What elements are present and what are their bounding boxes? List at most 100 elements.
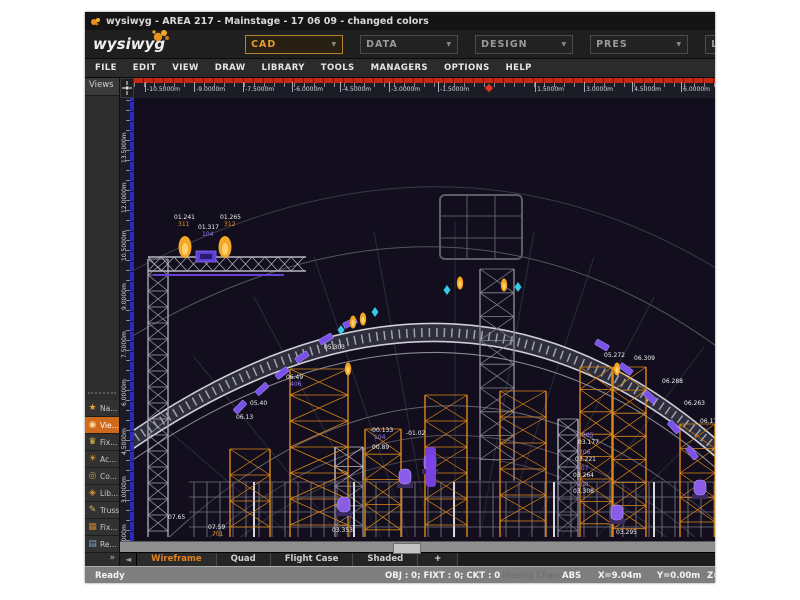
view-tab-shaded[interactable]: Shaded [353, 553, 418, 566]
mode-tab-pres[interactable]: PRES▼ [590, 35, 688, 54]
sidebar-item-lib[interactable]: ◈Lib... [85, 485, 119, 502]
sidebar-item-re[interactable]: ▤Re... [85, 536, 119, 553]
flame-fixture-large[interactable] [219, 236, 232, 258]
sidebar-item-label: Na... [100, 404, 117, 413]
tab-scroll-left-button[interactable]: ◄ [120, 553, 137, 566]
ruler-origin-button[interactable] [120, 78, 134, 98]
sidebar-item-truss[interactable]: ✎Truss [85, 502, 119, 519]
ruler-row: -10.5000m-9.0000m-7.5000m-6.0000m-4.5000… [120, 78, 715, 98]
ruler-tick: 6.0000m [683, 86, 710, 93]
flame-fixture-large[interactable] [179, 236, 192, 258]
sidebar-item-fix[interactable]: ▦Fix... [85, 519, 119, 536]
mode-tab-label: DATA [366, 39, 398, 50]
fixture-label: 03.353 [332, 527, 353, 534]
fixture-label: 01.317 [198, 224, 219, 231]
status-coord-mode[interactable]: ABS [562, 571, 581, 581]
shortcut-grip[interactable] [88, 392, 116, 400]
menu-item-managers[interactable]: MANAGERS [371, 63, 428, 73]
shortcut-overflow-button[interactable]: » [85, 553, 119, 566]
fixture-label: 06.309 [634, 355, 655, 362]
menu-item-tools[interactable]: TOOLS [321, 63, 355, 73]
vertical-ruler[interactable]: 13.5000m12.0000m10.5000m9.0000m7.5000m6.… [120, 98, 134, 541]
flame-fixture[interactable] [360, 313, 366, 326]
flame-fixture[interactable] [501, 279, 507, 292]
sidebar-item-co[interactable]: ◎Co... [85, 468, 119, 485]
fixture-channel-label: 311 [178, 221, 190, 228]
pan-icon [121, 79, 133, 97]
ruler-tick: -3.0000m [391, 86, 420, 93]
console-icon: ◎ [87, 471, 98, 481]
moving-head-fixture[interactable] [609, 505, 625, 524]
fixture-label: 06.177 [700, 418, 715, 425]
ruler-tick: 9.0000m [121, 283, 128, 310]
view-tab-flight-case[interactable]: Flight Case [271, 553, 354, 566]
views-panel-header[interactable]: Views [85, 78, 119, 96]
scrollbar-thumb[interactable] [393, 543, 421, 554]
star-icon: ★ [87, 403, 98, 413]
status-y: Y=0.00m [657, 571, 700, 581]
viewport-column: -10.5000m-9.0000m-7.5000m-6.0000m-4.5000… [120, 78, 715, 566]
sidebar-item-fix[interactable]: ♛Fix... [85, 434, 119, 451]
page: wysiwyg - AREA 217 - Mainstage - 17 06 0… [0, 0, 800, 600]
fixture-label: 06.49 [286, 374, 303, 381]
flame-fixture[interactable] [457, 277, 463, 290]
sidebar-item-label: Co... [100, 472, 117, 481]
add-view-tab-button[interactable]: + [418, 553, 458, 566]
sidebar: Views ★Na...◉Vie...♛Fix...☀Ac...◎Co...◈L… [85, 78, 120, 566]
mode-tab-data[interactable]: DATA ▼ [360, 35, 458, 54]
purple-strip-fixture [426, 447, 436, 487]
moving-head-fixture[interactable] [397, 469, 413, 488]
mode-tab-live[interactable]: LIVE▼ [705, 35, 715, 54]
flame-fixture[interactable] [350, 316, 356, 329]
sidebar-item-label: Fix... [100, 438, 117, 447]
purple-cell-fixture[interactable] [196, 251, 216, 262]
sidebar-item-ac[interactable]: ☀Ac... [85, 451, 119, 468]
mode-tab-label: LIVE [711, 39, 715, 50]
fixture-label: 06.13 [236, 414, 253, 421]
fixture-label: 03.295 [616, 529, 637, 536]
viewport-row: 13.5000m12.0000m10.5000m9.0000m7.5000m6.… [120, 98, 715, 541]
sidebar-item-vie[interactable]: ◉Vie... [85, 417, 119, 434]
ruler-tick: 1.5000m [537, 86, 564, 93]
menu-item-draw[interactable]: DRAW [215, 63, 246, 73]
menu-item-library[interactable]: LIBRARY [262, 63, 305, 73]
fixture-icon: ♛ [87, 437, 98, 447]
moving-head-fixture[interactable] [336, 497, 352, 516]
flame-fixture[interactable] [345, 363, 351, 376]
status-counts: OBJ : 0; FIXT : 0; CKT : 0 [385, 571, 500, 581]
fixture-label: 07.59 [208, 524, 225, 531]
view-tabs: WireframeQuadFlight CaseShaded [137, 553, 418, 566]
views-panel-body [85, 96, 119, 392]
horizontal-scrollbar[interactable] [120, 541, 715, 552]
ruler-tick: -9.0000m [196, 86, 225, 93]
mode-tab-design[interactable]: DESIGN▼ [475, 35, 573, 54]
menu-item-file[interactable]: FILE [95, 63, 117, 73]
menu-item-edit[interactable]: EDIT [133, 63, 156, 73]
ruler-tick: 3.0000m [586, 86, 613, 93]
fixture-label: 06.288 [662, 378, 683, 385]
view-tab-quad[interactable]: Quad [217, 553, 271, 566]
sidebar-item-label: Re... [100, 540, 117, 549]
sidebar-item-na[interactable]: ★Na... [85, 400, 119, 417]
flame-fixture[interactable] [614, 363, 620, 376]
ruler-tick: 7.5000m [121, 331, 128, 358]
sidebar-item-label: Truss [100, 506, 119, 515]
moving-head-fixture[interactable] [692, 480, 708, 499]
sidebar-item-label: Vie... [100, 421, 119, 430]
library-icon: ◈ [87, 488, 98, 498]
menu-item-help[interactable]: HELP [506, 63, 532, 73]
fixture-label: 05.303 [324, 344, 345, 351]
menu-item-options[interactable]: OPTIONS [444, 63, 490, 73]
chevron-down-icon: ▼ [446, 41, 452, 48]
cad-viewport[interactable]: 01.24131101.31710401.26531205.30306.4940… [134, 98, 715, 537]
view-tab-wireframe[interactable]: Wireframe [137, 553, 217, 566]
horizontal-ruler[interactable]: -10.5000m-9.0000m-7.5000m-6.0000m-4.5000… [134, 78, 715, 98]
menu-item-view[interactable]: VIEW [172, 63, 199, 73]
fixture-label: 01.241 [174, 214, 195, 221]
chevron-down-icon: ▼ [331, 41, 337, 48]
v-ruler-ticks [126, 98, 130, 541]
mode-tab-cad[interactable]: CAD▼ [245, 35, 343, 54]
ruler-tick: 1.5000m [121, 524, 128, 541]
ruler-tick: 10.5000m [121, 230, 128, 261]
fixture-channel-label: 206 [579, 449, 591, 456]
